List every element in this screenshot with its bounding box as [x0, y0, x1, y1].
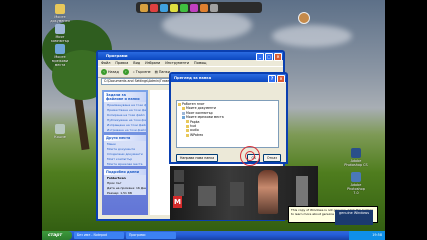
- thumbnail: [296, 176, 308, 206]
- photoshop-icon: [351, 148, 361, 158]
- recycle-bin-icon: [55, 124, 65, 134]
- start-button[interactable]: старт: [42, 231, 72, 240]
- cancel-button[interactable]: Отказ: [263, 154, 281, 162]
- taskbar-item-explorer[interactable]: Програми: [126, 232, 176, 239]
- dialog-title: Преглед за папка: [174, 76, 212, 80]
- maximize-button[interactable]: □: [265, 53, 273, 61]
- task-link[interactable]: Публикуване на този файл в Уеб: [104, 117, 146, 122]
- task-link[interactable]: Изпращане на този файл по имейл: [104, 122, 146, 127]
- app-icon[interactable]: [210, 3, 218, 12]
- app-icon[interactable]: [150, 3, 158, 12]
- dialog-buttons: Направи нова папка OK Отказ: [176, 154, 281, 162]
- genuine-badge-text: genuine Windows: [339, 211, 369, 215]
- explorer-title: Програми: [106, 53, 128, 58]
- computer-icon: [55, 24, 65, 34]
- menu-favorites[interactable]: Избрани: [145, 60, 160, 66]
- menu-edit[interactable]: Правка: [115, 60, 128, 66]
- desktop-icon: [178, 102, 181, 106]
- app-icon[interactable]: [180, 3, 188, 12]
- system-tray: 19:58: [349, 231, 385, 240]
- details-size: Размер: 1,51 КБ: [107, 190, 133, 195]
- app-icon[interactable]: [200, 3, 208, 12]
- red-logo: M: [173, 196, 182, 208]
- user-avatar[interactable]: [298, 12, 310, 24]
- cloud: [162, 10, 252, 40]
- letterbox-left: [0, 0, 42, 240]
- photoshop-icon: [351, 172, 361, 182]
- letterbox-right: [385, 0, 427, 240]
- help-button[interactable]: ?: [268, 75, 276, 83]
- menu-help[interactable]: Помощ: [194, 60, 206, 66]
- desktop-icon-network-places[interactable]: Моите мрежови места: [48, 44, 72, 67]
- desktop-icon-photoshop-7[interactable]: Adobe Photoshop 7.0: [344, 172, 368, 195]
- back-arrow-icon: ‹: [101, 69, 107, 75]
- cloud: [272, 25, 352, 47]
- new-folder-button[interactable]: Направи нова папка: [176, 154, 219, 162]
- network-icon: [182, 115, 185, 119]
- search-button[interactable]: ⌕ Търсене: [133, 70, 151, 74]
- tree-node-wpatrex[interactable]: WPatrex: [178, 133, 277, 137]
- app-icon[interactable]: [170, 3, 178, 12]
- genuine-badge: genuine Windows: [335, 210, 373, 225]
- menu-view[interactable]: Вид: [133, 60, 140, 66]
- back-button[interactable]: ‹ Назад: [101, 69, 119, 75]
- place-link[interactable]: Споделени документи: [104, 151, 146, 156]
- dialog-close-button[interactable]: ×: [277, 75, 285, 83]
- close-button[interactable]: ×: [274, 53, 282, 61]
- folder-icon: [186, 133, 189, 137]
- desktop-icon-photoshop-cs[interactable]: Adobe Photoshop CS: [344, 148, 368, 167]
- portrait-image: [258, 170, 278, 214]
- thumbnail: [174, 184, 184, 196]
- forward-button[interactable]: ›: [122, 69, 129, 75]
- thumbnail: [174, 170, 184, 182]
- browse-folder-dialog[interactable]: Преглед за папка ? × Работен плот Моите …: [169, 72, 288, 164]
- computer-icon: [182, 111, 185, 115]
- taskbar: старт Без име - Notepad Програми 19:58: [42, 231, 385, 240]
- video-frame: Моите документи Моят компютър Моите мреж…: [0, 0, 427, 240]
- click-highlight-inner: [245, 151, 255, 161]
- task-link[interactable]: Изтриване на този файл: [104, 127, 146, 132]
- forward-arrow-icon: ›: [122, 69, 129, 75]
- minimize-button[interactable]: _: [256, 53, 264, 61]
- folder-icon: [55, 4, 65, 14]
- dock-launcher: [136, 2, 262, 13]
- taskbar-item-notepad[interactable]: Без име - Notepad: [74, 232, 124, 239]
- desktop-icon-my-documents[interactable]: Моите документи: [48, 4, 72, 23]
- file-tasks-title[interactable]: Задачи за файлове и папки: [104, 92, 146, 102]
- network-icon: [55, 44, 65, 54]
- app-icon[interactable]: [190, 3, 198, 12]
- clock[interactable]: 19:58: [372, 233, 382, 237]
- place-link[interactable]: Моите мрежови места: [104, 161, 146, 166]
- desktop-icon-recycle-bin[interactable]: Кошче: [48, 124, 72, 139]
- menu-tools[interactable]: Инструменти: [165, 60, 189, 66]
- menu-file[interactable]: Файл: [101, 60, 110, 66]
- desktop-icon-my-computer[interactable]: Моят компютър: [48, 24, 72, 43]
- folders-icon: ▤: [154, 70, 158, 74]
- explorer-titlebar[interactable]: Програми _ □ ×: [98, 52, 283, 61]
- task-link[interactable]: Копиране на този файл: [104, 112, 146, 117]
- thumbnail: [198, 186, 216, 206]
- folders-button[interactable]: ▤ Папки: [155, 70, 170, 74]
- folder-icon: [186, 124, 189, 128]
- task-link[interactable]: Преместване на този файл: [104, 107, 146, 112]
- other-places-panel: Други места Меню Моите документи Споделе…: [104, 135, 146, 166]
- search-icon: ⌕: [132, 70, 135, 74]
- folder-tree[interactable]: Работен плот Моите документи Моят компют…: [176, 100, 279, 148]
- app-icon[interactable]: [140, 3, 148, 12]
- thumbnail: [230, 182, 244, 206]
- folder-icon: [186, 129, 189, 133]
- task-link[interactable]: Преименуване на този файл: [104, 102, 146, 107]
- dialog-titlebar[interactable]: Преглед за папка ? ×: [171, 74, 286, 83]
- details-modified: Дата на промяна: 16 Декември 2012, 23:23: [107, 185, 146, 190]
- task-pane: Задачи за файлове и папки Преименуване н…: [102, 90, 148, 215]
- file-tasks-panel: Задачи за файлове и папки Преименуване н…: [104, 92, 146, 132]
- folder-icon: [186, 120, 189, 124]
- folder-icon: [182, 107, 185, 111]
- details-panel: Подробни данни FolderScan Пряк път Дата …: [104, 169, 146, 195]
- app-icon[interactable]: [160, 3, 168, 12]
